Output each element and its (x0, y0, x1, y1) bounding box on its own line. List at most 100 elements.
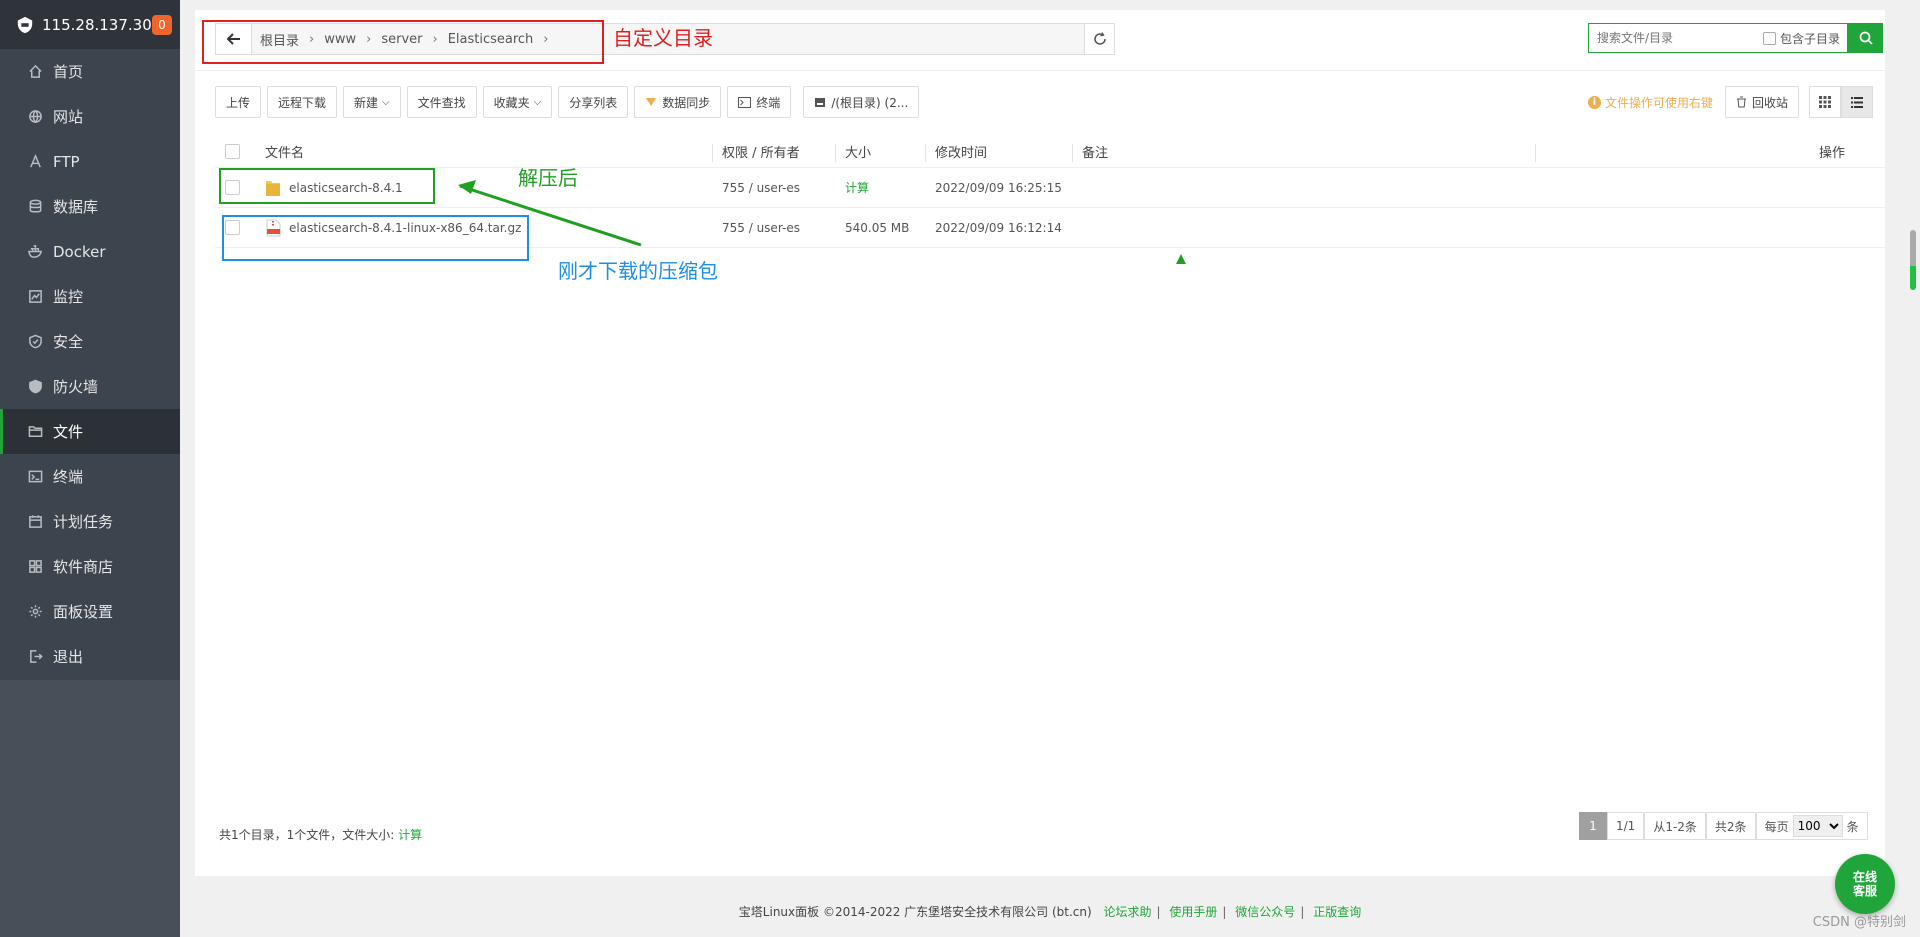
sidebar-item-13[interactable]: 退出 (0, 634, 180, 679)
server-ip-bar: 115.28.137.30 0 (0, 0, 180, 49)
annotation-after-extract: 解压后 (518, 166, 578, 190)
terminal-label: 终端 (756, 95, 781, 110)
disk-button[interactable]: /(根目录) (2... (803, 86, 920, 118)
column-divider (835, 144, 836, 162)
link-separator: | (1300, 905, 1305, 919)
search-box: 包含子目录 (1588, 23, 1848, 53)
sidebar-item-0[interactable]: 首页 (0, 49, 180, 94)
divider (195, 70, 1885, 71)
firewall-icon (29, 379, 42, 394)
forum-link[interactable]: 论坛求助 (1104, 905, 1152, 919)
sidebar-item-10[interactable]: 计划任务 (0, 499, 180, 544)
header-name[interactable]: 文件名 (265, 142, 304, 161)
select-all-checkbox[interactable] (225, 144, 240, 159)
new-button[interactable]: 新建 ⌵ (343, 86, 401, 118)
globe-icon (29, 110, 42, 124)
data-sync-label: 数据同步 (662, 95, 711, 110)
wechat-link[interactable]: 微信公众号 (1235, 905, 1295, 919)
column-divider (925, 144, 926, 162)
page-current[interactable]: 1 (1579, 812, 1607, 840)
home-icon (29, 64, 42, 78)
notification-badge[interactable]: 0 (152, 14, 172, 35)
annotation-blue-box (222, 215, 529, 261)
data-sync-button[interactable]: 数据同步 (634, 86, 722, 118)
share-list-label: 分享列表 (569, 95, 618, 110)
disk-label: /(根目录) (2... (831, 95, 909, 110)
upload-button[interactable]: 上传 (215, 86, 262, 118)
per-page-group: 每页 100 条 (1755, 812, 1868, 840)
per-page-select[interactable]: 100 (1792, 815, 1843, 837)
sidebar-item-2[interactable]: FTP (0, 139, 180, 184)
share-list-button[interactable]: 分享列表 (558, 86, 629, 118)
sidebar-item-label: 数据库 (53, 198, 99, 216)
new-label: 新建 (354, 95, 379, 110)
sidebar-item-8[interactable]: 文件 (0, 409, 180, 454)
terminal-icon (28, 470, 43, 483)
info-icon: i (1587, 95, 1601, 109)
grid-view-button[interactable] (1809, 86, 1841, 118)
sidebar-item-label: 面板设置 (53, 603, 114, 621)
perm-cell[interactable]: 755 / user-es (722, 181, 800, 195)
size-cell[interactable]: 计算 (845, 179, 869, 196)
nav-list: 首页网站 FTP 数据库 Docker 监控 安全防火墙文件 终端计划任务软件商店面板设置退… (0, 49, 180, 679)
column-divider (712, 144, 713, 162)
sidebar-item-3[interactable]: 数据库 (0, 184, 180, 229)
recycle-bin-button[interactable]: 回收站 (1724, 86, 1799, 118)
table-row[interactable]: elasticsearch-8.4.1 755 / user-es 计算 2022/0… (215, 168, 1885, 208)
grid-icon (1819, 96, 1831, 108)
calc-size-link[interactable]: 计算 (398, 828, 422, 842)
sidebar-item-label: 首页 (53, 63, 84, 81)
folder-icon (28, 426, 43, 437)
checkbox[interactable] (1763, 31, 1776, 45)
list-view-button[interactable] (1841, 86, 1873, 118)
header-mtime[interactable]: 修改时间 (935, 142, 987, 161)
remote-download-button[interactable]: 远程下载 (267, 86, 338, 118)
trash-icon (1736, 96, 1746, 108)
search-input[interactable] (1597, 31, 1757, 45)
sidebar-item-6[interactable]: 安全 (0, 319, 180, 364)
search-button[interactable] (1848, 23, 1883, 53)
context-menu-tip: i 文件操作可使用右键 (1587, 94, 1713, 111)
apps-icon (29, 560, 42, 573)
recycle-label: 回收站 (1751, 95, 1788, 110)
sidebar-item-label: 计划任务 (53, 513, 114, 531)
annotation-green-box (219, 168, 435, 204)
toolbar: 上传 远程下载 新建 ⌵ 文件查找 收藏夹 ⌵ 分享列表 数据同步 终端 /(根目录… (215, 86, 925, 118)
size-cell: 540.05 MB (845, 220, 910, 235)
copyright-text: 宝塔Linux面板 ©2014-2022 广东堡塔安全技术有限公司 (bt.cn… (738, 905, 1092, 919)
summary-text: 共1个目录，1个文件，文件大小: (219, 828, 395, 842)
favorites-label: 收藏夹 (493, 95, 530, 110)
refresh-button[interactable] (1084, 24, 1114, 54)
sidebar-item-4[interactable]: Docker (0, 229, 180, 274)
sidebar-item-label: 防火墙 (53, 378, 99, 396)
right-tools: i 文件操作可使用右键 回收站 (1587, 86, 1873, 118)
scrollbar-thumb[interactable] (1910, 230, 1916, 290)
sidebar-item-label: 退出 (53, 648, 84, 666)
header-perm[interactable]: 权限 / 所有者 (722, 142, 800, 161)
include-subdir-checkbox[interactable]: 包含子目录 (1763, 30, 1840, 47)
sidebar-item-7[interactable]: 防火墙 (0, 364, 180, 409)
upload-label: 上传 (226, 95, 251, 110)
sidebar-item-12[interactable]: 面板设置 (0, 589, 180, 634)
sidebar-item-11[interactable]: 软件商店 (0, 544, 180, 589)
page-count: 共2条 (1705, 812, 1756, 840)
ftp-icon (30, 154, 41, 168)
include-subdir-label: 包含子目录 (1780, 31, 1841, 46)
online-service-button[interactable]: 在线 客服 (1835, 854, 1895, 914)
perm-cell[interactable]: 755 / user-es (722, 221, 800, 235)
header-size[interactable]: 大小 (845, 142, 871, 161)
license-link[interactable]: 正版查询 (1313, 905, 1361, 919)
docker-icon (28, 245, 43, 258)
sidebar-item-5[interactable]: 监控 (0, 274, 180, 319)
pagination: 1 1/1 从1-2条 共2条 每页 100 条 (1579, 812, 1868, 840)
sidebar-filler (0, 680, 180, 937)
file-find-button[interactable]: 文件查找 (406, 86, 477, 118)
terminal-button[interactable]: 终端 (727, 86, 792, 118)
favorites-button[interactable]: 收藏夹 ⌵ (482, 86, 553, 118)
calendar-icon (29, 515, 42, 528)
header-op: 操作 (1818, 146, 1845, 161)
gear-icon (29, 605, 42, 618)
sidebar-item-9[interactable]: 终端 (0, 454, 180, 499)
manual-link[interactable]: 使用手册 (1169, 905, 1217, 919)
sidebar-item-1[interactable]: 网站 (0, 94, 180, 139)
